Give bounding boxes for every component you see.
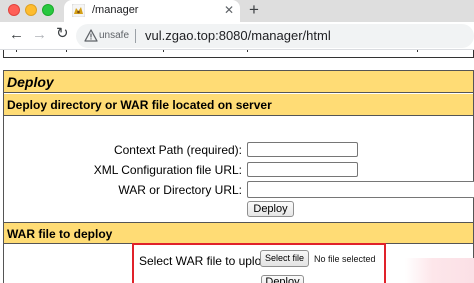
reload-icon[interactable]: ↻	[56, 26, 69, 42]
war-upload-highlight-box: Select WAR file to upload Select file No…	[132, 243, 386, 283]
context-path-input[interactable]	[247, 142, 358, 157]
warning-icon[interactable]	[84, 29, 98, 42]
address-bar[interactable]: unsafe vul.zgao.top:8080/manager/html	[76, 24, 474, 48]
server-deploy-header: Deploy directory or WAR file located on …	[4, 94, 473, 116]
deploy-war-button[interactable]: Deploy	[261, 275, 304, 283]
file-status-text: No file selected	[314, 254, 376, 264]
server-deploy-header-text: Deploy directory or WAR file located on …	[7, 98, 272, 112]
deploy-directory-button[interactable]: Deploy	[247, 201, 294, 217]
table-divider	[16, 50, 17, 52]
deploy-title-bar: Deploy	[4, 71, 473, 93]
page-content: Deploy Deploy directory or WAR file loca…	[0, 50, 474, 283]
select-file-button[interactable]: Select file	[260, 250, 309, 267]
security-status-label[interactable]: unsafe	[99, 30, 129, 41]
table-divider	[163, 50, 164, 52]
close-window-button[interactable]	[8, 4, 20, 16]
deploy-table: Deploy Deploy directory or WAR file loca…	[3, 70, 474, 283]
browser-tab[interactable]: /manager ✕	[64, 0, 240, 22]
plus-icon[interactable]: +	[249, 1, 259, 19]
xml-config-url-input[interactable]	[247, 162, 358, 177]
war-directory-url-input[interactable]	[247, 181, 474, 198]
tomcat-favicon-icon	[72, 4, 85, 17]
previous-table-edge	[3, 50, 474, 58]
war-upload-header-text: WAR file to deploy	[7, 227, 113, 241]
back-arrow-icon[interactable]: ←	[9, 27, 24, 43]
tab-title: /manager	[92, 4, 139, 16]
decorative-overlay	[405, 258, 474, 283]
war-directory-label: WAR or Directory URL:	[118, 183, 242, 197]
table-divider	[417, 50, 418, 52]
context-path-label: Context Path (required):	[113, 143, 242, 157]
table-divider	[66, 50, 67, 52]
browser-tab-strip: /manager ✕ +	[0, 0, 474, 22]
table-divider	[247, 50, 248, 52]
select-war-label: Select WAR file to upload	[139, 254, 275, 268]
deploy-title: Deploy	[7, 74, 54, 90]
forward-arrow-icon[interactable]: →	[32, 27, 47, 43]
minimize-window-button[interactable]	[25, 4, 37, 16]
war-upload-header: WAR file to deploy	[4, 222, 473, 244]
xml-config-label: XML Configuration file URL:	[93, 163, 242, 177]
browser-toolbar: ← → ↻ unsafe vul.zgao.top:8080/manager/h…	[0, 22, 474, 50]
address-bar-divider	[135, 29, 136, 43]
url-text[interactable]: vul.zgao.top:8080/manager/html	[145, 28, 331, 43]
maximize-window-button[interactable]	[42, 4, 54, 16]
close-icon[interactable]: ✕	[224, 3, 234, 17]
